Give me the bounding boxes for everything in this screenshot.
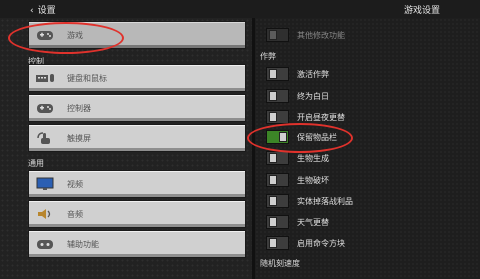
toggle-row[interactable]: 激活作弊 (255, 66, 480, 83)
sidebar-item-accessibility[interactable]: 辅助功能 (28, 230, 246, 258)
touch-icon (37, 132, 50, 144)
toggle-switch[interactable] (266, 89, 289, 103)
toggle-switch[interactable] (266, 151, 289, 165)
toggle-knob (269, 196, 277, 206)
sidebar-item-label: 音频 (67, 210, 83, 219)
toggle-label: 生物破坏 (297, 176, 329, 185)
toggle-label: 其他修改功能 (297, 31, 345, 40)
toggle-row[interactable]: 启用命令方块 (255, 235, 480, 252)
toggle-switch[interactable] (266, 194, 289, 208)
toggle-switch[interactable] (266, 236, 289, 250)
toggle-label: 开启昼夜更替 (297, 113, 345, 122)
toggle-switch[interactable] (266, 173, 289, 187)
toggle-row-other-mods[interactable]: 其他修改功能 (255, 27, 480, 44)
sidebar-item-label: 触摸屏 (67, 134, 91, 143)
toggle-switch[interactable] (266, 28, 289, 42)
accessibility-icon (37, 240, 53, 249)
keyboard-mouse-icon (36, 74, 54, 82)
toggle-switch[interactable] (266, 67, 289, 81)
toggle-knob (269, 153, 277, 163)
annotation-ellipse-keep-inventory (247, 123, 353, 153)
settings-content: 其他修改功能 作弊 激活作弊 终为白日 开启昼夜更替 保留物品栏 生物生成 生物… (247, 18, 480, 279)
annotation-ellipse-game (8, 22, 124, 54)
sidebar-item-touch[interactable]: 触摸屏 (28, 124, 246, 152)
toggle-label: 生物生成 (297, 154, 329, 163)
sidebar-item-audio[interactable]: 音频 (28, 200, 246, 228)
monitor-icon (36, 177, 54, 190)
speaker-icon (38, 209, 51, 219)
toggle-knob (269, 30, 277, 40)
page-title: 游戏设置 (403, 6, 440, 16)
toggle-label: 天气更替 (297, 218, 329, 227)
toggle-switch[interactable] (266, 110, 289, 124)
top-bar: ‹ 设置 游戏设置 (0, 0, 480, 19)
toggle-label: 启用命令方块 (297, 239, 345, 248)
toggle-knob (269, 112, 277, 122)
sidebar-item-controller[interactable]: 控制器 (28, 94, 246, 122)
section-label-cheats: 作弊 (260, 52, 276, 61)
sidebar-item-video[interactable]: 视频 (28, 170, 246, 198)
toggle-label: 激活作弊 (297, 70, 329, 79)
toggle-row[interactable]: 终为白日 (255, 88, 480, 105)
toggle-label: 终为白日 (297, 92, 329, 101)
toggle-knob (269, 69, 277, 79)
chevron-left-icon: ‹ (30, 6, 34, 16)
toggle-knob (269, 238, 277, 248)
section-label-general: 通用 (28, 159, 44, 168)
toggle-row[interactable]: 生物破坏 (255, 172, 480, 189)
toggle-switch[interactable] (266, 215, 289, 229)
random-tick-label: 随机刻速度 (260, 259, 300, 268)
sidebar-item-label: 辅助功能 (67, 240, 99, 249)
toggle-row[interactable]: 实体掉落战利品 (255, 193, 480, 210)
sidebar-item-keyboard-mouse[interactable]: 键盘和鼠标 (28, 64, 246, 92)
settings-sidebar: 游戏 控制 键盘和鼠标 控制器 触摸屏 通用 视频 音频 辅助功能 (0, 18, 252, 279)
back-button[interactable]: ‹ 设置 (30, 3, 56, 16)
sidebar-item-label: 控制器 (67, 104, 91, 113)
toggle-knob (269, 91, 277, 101)
controller-icon (37, 104, 53, 113)
sidebar-item-label: 视频 (67, 180, 83, 189)
sidebar-item-label: 键盘和鼠标 (67, 74, 107, 83)
toggle-row[interactable]: 天气更替 (255, 214, 480, 231)
toggle-knob (269, 217, 277, 227)
toggle-knob (269, 175, 277, 185)
toggle-label: 实体掉落战利品 (297, 197, 353, 206)
back-label: 设置 (37, 6, 56, 16)
